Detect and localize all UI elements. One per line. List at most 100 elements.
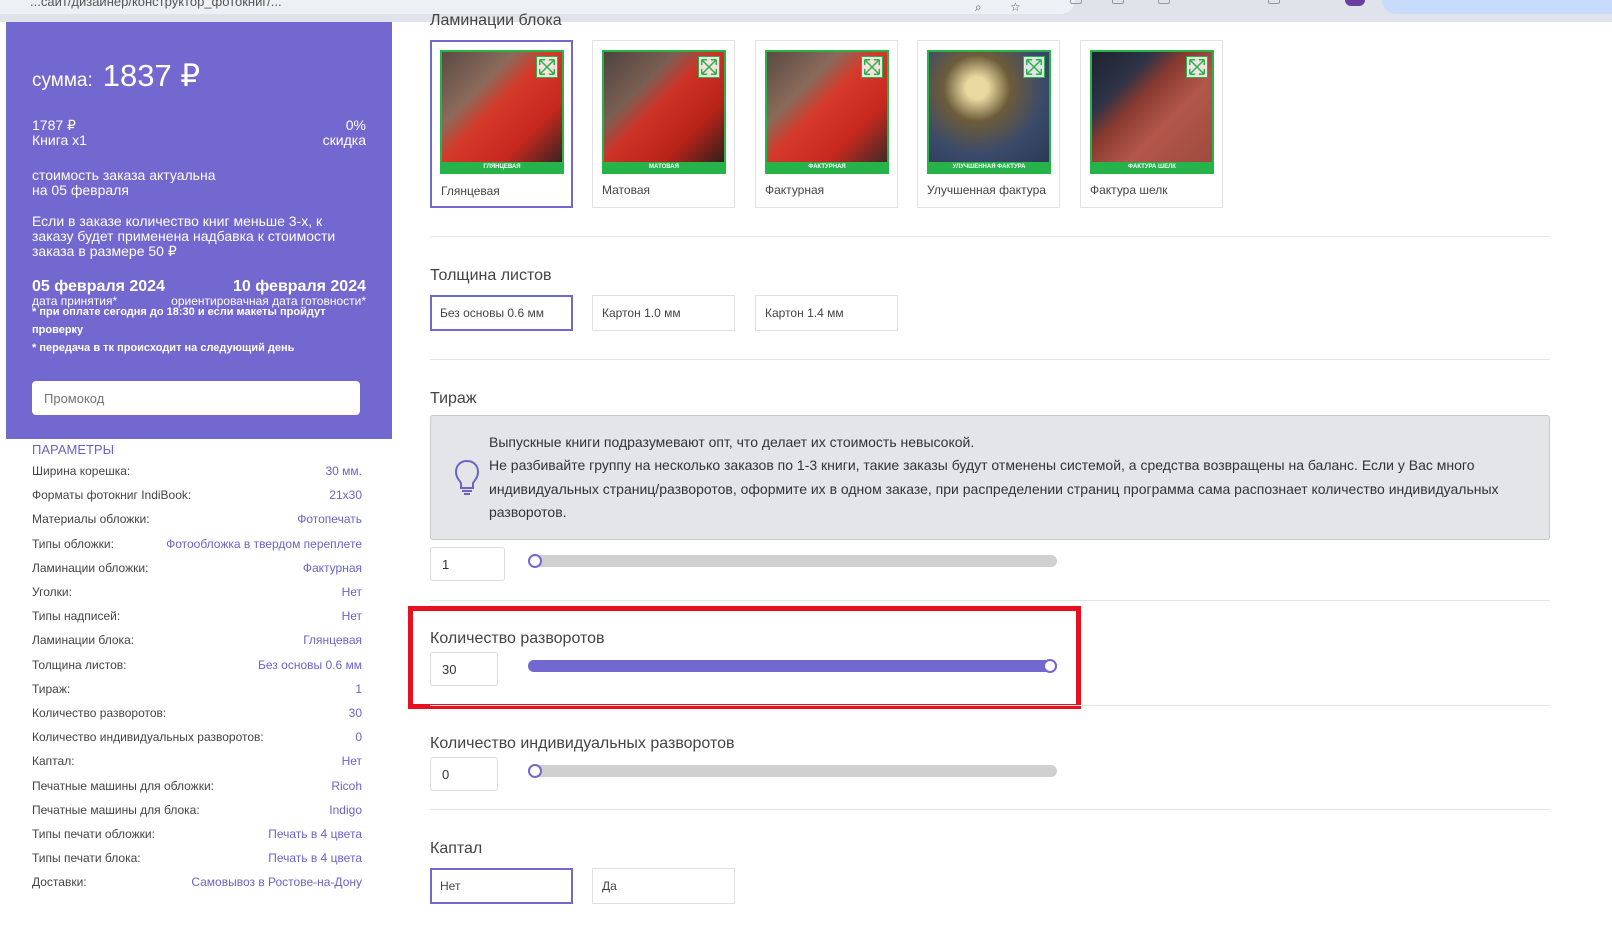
parameters-list: ПАРАМЕТРЫ Ширина корешка: 30 мм. Форматы ф… xyxy=(32,442,362,894)
browser-action-pill[interactable] xyxy=(1382,0,1612,14)
parameter-value: 1 xyxy=(355,681,362,696)
lamination-option[interactable]: ФАКТУРА ШЕЛК Фактура шелк xyxy=(1080,40,1223,208)
expand-icon[interactable] xyxy=(861,56,883,78)
parameter-key: Уголки: xyxy=(32,585,72,600)
slider-thumb[interactable] xyxy=(528,554,542,568)
parameter-row: Типы печати обложки: Печать в 4 цвета xyxy=(32,822,362,846)
price-row: 1787 ₽ Книга x1 0% скидка xyxy=(32,118,366,148)
parameter-value: 30 xyxy=(348,705,362,720)
expand-icon[interactable] xyxy=(536,56,558,78)
parameter-row: Материалы обложки: Фотопечать xyxy=(32,507,362,531)
expand-icon[interactable] xyxy=(698,56,720,78)
parameter-key: Типы надписей: xyxy=(32,609,121,624)
lamination-label: Фактурная xyxy=(765,183,825,197)
lamination-band-label: ФАКТУРА ШЕЛК xyxy=(1092,162,1212,172)
parameter-value: Фотопечать xyxy=(297,512,362,527)
parameters-title: ПАРАМЕТРЫ xyxy=(32,442,115,457)
sum-label: сумма: xyxy=(32,70,93,91)
parameter-row: Печатные машины для блока: Indigo xyxy=(32,798,362,822)
lamination-preview[interactable]: ГЛЯНЦЕВАЯ xyxy=(440,50,564,174)
thickness-option-1.0[interactable]: Картон 1.0 мм xyxy=(592,295,735,331)
parameter-key: Каптал: xyxy=(32,754,75,769)
price-actuality: стоимость заказа актуальна на 05 февраля xyxy=(32,168,215,198)
lamination-label: Матовая xyxy=(602,183,650,197)
parameter-row: Тираж: 1 xyxy=(32,677,362,701)
kaptal-option-yes[interactable]: Да xyxy=(592,868,735,904)
thickness-option-0.6[interactable]: Без основы 0.6 мм xyxy=(430,295,573,331)
order-total: сумма: 1837 ₽ xyxy=(32,58,200,94)
parameter-key: Материалы обложки: xyxy=(32,512,150,527)
parameter-value: Самовывоз в Ростове-на-Дону xyxy=(191,875,362,890)
parameter-key: Форматы фотокниг IndiBook: xyxy=(32,488,192,503)
tirage-title: Тираж xyxy=(430,390,477,407)
parameter-key: Тираж: xyxy=(32,681,71,696)
parameter-value: Indigo xyxy=(329,802,362,817)
parameter-key: Типы обложки: xyxy=(32,536,114,551)
discount-percent: 0% xyxy=(345,117,366,133)
tab-icon[interactable] xyxy=(1158,0,1170,4)
info-line: Не разбивайте группу на несколько заказо… xyxy=(489,457,1499,520)
parameter-key: Доставки: xyxy=(32,875,87,890)
book-quantity: Книга x1 xyxy=(32,132,87,148)
parameter-key: Ширина корешка: xyxy=(32,464,131,479)
parameter-row: Доставки: Самовывоз в Ростове-на-Дону xyxy=(32,870,362,894)
individual-spreads-input[interactable]: 0 xyxy=(430,757,498,791)
parameter-key: Печатные машины для блока: xyxy=(32,802,200,817)
lamination-option[interactable]: УЛУЧШЕННАЯ ФАКТУРА Улучшенная фактура xyxy=(917,40,1060,208)
parameter-row: Типы обложки: Фотообложка в твердом переп… xyxy=(32,532,362,556)
parameter-value: Нет xyxy=(341,585,362,600)
lamination-option[interactable]: МАТОВАЯ Матовая xyxy=(592,40,735,208)
star-icon[interactable]: ☆ xyxy=(1010,0,1021,14)
individual-spreads-slider[interactable] xyxy=(528,764,1057,778)
lamination-option[interactable]: ГЛЯНЦЕВАЯ Глянцевая xyxy=(430,40,573,208)
expand-icon[interactable] xyxy=(1186,56,1208,78)
parameter-value: Ricoh xyxy=(331,778,362,793)
parameter-key: Количество разворотов: xyxy=(32,705,167,720)
thickness-title: Толщина листов xyxy=(430,267,552,284)
tirage-info-text: Выпускные книги подразумевают опт, что д… xyxy=(489,431,1539,524)
download-icon[interactable] xyxy=(1268,0,1280,4)
lamination-preview[interactable]: УЛУЧШЕННАЯ ФАКТУРА xyxy=(927,50,1051,174)
payment-note: * при оплате сегодня до 18:30 и если мак… xyxy=(32,306,326,336)
parameter-key: Типы печати блока: xyxy=(32,851,141,866)
lamination-option[interactable]: ФАКТУРНАЯ Фактурная xyxy=(755,40,898,208)
ready-date: 10 февраля 2024 xyxy=(233,278,366,295)
slider-thumb[interactable] xyxy=(528,764,542,778)
extension-icon[interactable] xyxy=(1070,0,1082,4)
parameter-row: Печатные машины для обложки: Ricoh xyxy=(32,773,362,797)
lamination-band-label: ГЛЯНЦЕВАЯ xyxy=(442,162,562,172)
parameter-row: Уголки: Нет xyxy=(32,580,362,604)
address-text[interactable]: ...сайт/дизайнер/конструктор_фотокниг/..… xyxy=(30,0,282,9)
parameter-row: Ламинации блока: Глянцевая xyxy=(32,628,362,652)
thickness-option-1.4[interactable]: Картон 1.4 мм xyxy=(755,295,898,331)
divider xyxy=(430,809,1550,810)
parameter-key: Типы печати обложки: xyxy=(32,826,155,841)
promo-code-input[interactable] xyxy=(32,381,360,415)
parameter-value: 30 мм. xyxy=(325,464,362,479)
profile-avatar[interactable] xyxy=(1345,0,1365,6)
expand-icon[interactable] xyxy=(1023,56,1045,78)
search-icon[interactable]: ⌕ xyxy=(975,0,982,15)
kaptal-option-no[interactable]: Нет xyxy=(430,868,573,904)
lightbulb-icon xyxy=(454,459,480,495)
parameter-value: Глянцевая xyxy=(303,633,362,648)
lamination-preview[interactable]: ФАКТУРА ШЕЛК xyxy=(1090,50,1214,174)
parameter-row: Ламинации обложки: Фактурная xyxy=(32,556,362,580)
extension-icon[interactable] xyxy=(1112,0,1124,4)
lamination-label: Глянцевая xyxy=(441,184,500,198)
lamination-label: Фактура шелк xyxy=(1090,183,1168,197)
individual-spreads-title: Количество индивидуальных разворотов xyxy=(430,735,735,752)
tirage-info-box: Выпускные книги подразумевают опт, что д… xyxy=(430,415,1550,540)
lamination-band-label: ФАКТУРНАЯ xyxy=(767,162,887,172)
tirage-input[interactable]: 1 xyxy=(430,547,505,581)
browser-toolbar: ...сайт/дизайнер/конструктор_фотокниг/..… xyxy=(0,0,1612,22)
order-sidebar: сумма: 1837 ₽ 1787 ₽ Книга x1 0% скидка … xyxy=(0,22,410,929)
parameter-key: Количество индивидуальных разворотов: xyxy=(32,730,264,745)
parameter-value: Печать в 4 цвета xyxy=(268,851,362,866)
tirage-slider[interactable] xyxy=(528,554,1057,568)
lamination-band-label: МАТОВАЯ xyxy=(604,162,724,172)
parameter-key: Ламинации обложки: xyxy=(32,560,149,575)
parameter-value: Фотообложка в твердом переплете xyxy=(166,536,362,551)
lamination-preview[interactable]: МАТОВАЯ xyxy=(602,50,726,174)
lamination-preview[interactable]: ФАКТУРНАЯ xyxy=(765,50,889,174)
